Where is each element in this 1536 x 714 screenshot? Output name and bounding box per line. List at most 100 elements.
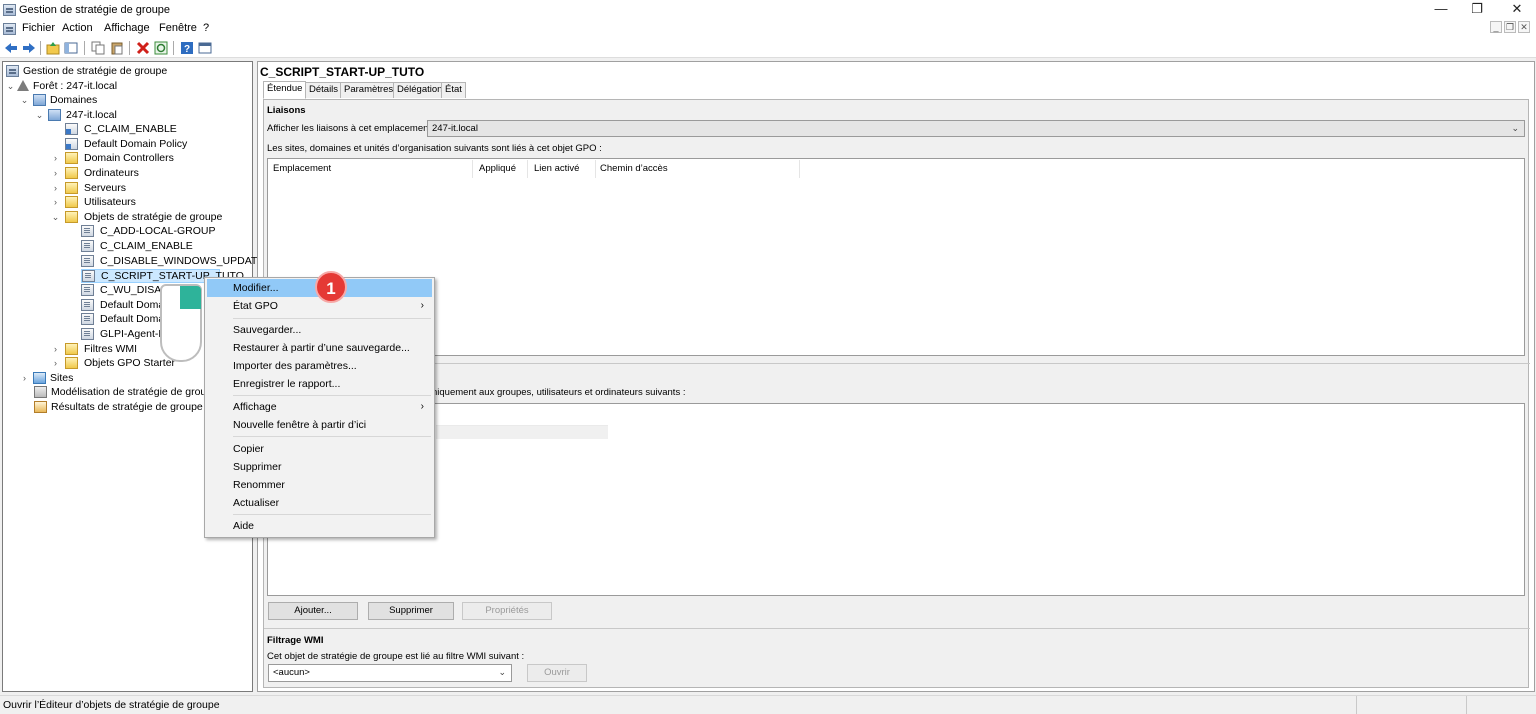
security-list-row[interactable] xyxy=(436,426,608,439)
mdi-restore-button[interactable]: ❐ xyxy=(1504,21,1516,33)
tab-delegation[interactable]: Délégation xyxy=(393,82,447,98)
close-button[interactable]: ✕ xyxy=(1500,0,1534,20)
menu-affichage[interactable]: Affichage xyxy=(104,22,150,34)
section-divider[interactable] xyxy=(264,363,1530,364)
tab-parametres[interactable]: Paramètres xyxy=(340,82,398,98)
show-hide-tree-icon[interactable] xyxy=(64,41,78,55)
up-folder-icon[interactable] xyxy=(46,41,60,55)
chevron-right-icon[interactable]: › xyxy=(20,371,29,385)
maximize-button[interactable]: ❐ xyxy=(1460,0,1494,20)
gpo-link-icon xyxy=(65,123,78,135)
menu-fenetre[interactable]: Fenêtre xyxy=(159,22,197,34)
menu-item-actualiser[interactable]: Actualiser xyxy=(207,494,432,512)
menu-aide[interactable]: ? xyxy=(203,22,209,34)
chevron-right-icon[interactable]: › xyxy=(51,151,60,165)
mouse-right-click-icon xyxy=(160,284,202,362)
chevron-down-icon[interactable]: ⌄ xyxy=(6,79,15,93)
help-icon[interactable]: ? xyxy=(180,41,194,55)
toolbar: ? xyxy=(0,38,1536,58)
column-header-emplacement[interactable]: Emplacement xyxy=(273,163,331,174)
links-location-value: 247-it.local xyxy=(432,123,478,134)
title-bar: Gestion de stratégie de groupe — ❐ ✕ xyxy=(0,0,1536,20)
wmi-folder-icon xyxy=(65,343,78,355)
menu-item-copier[interactable]: Copier xyxy=(207,440,432,458)
menu-item-sauvegarder[interactable]: Sauvegarder... xyxy=(207,321,432,339)
mdi-minimize-button[interactable]: _ xyxy=(1490,21,1502,33)
window-title: Gestion de stratégie de groupe xyxy=(19,4,171,16)
delete-icon[interactable] xyxy=(136,41,150,55)
menu-item-enregistrer-rapport[interactable]: Enregistrer le rapport... xyxy=(207,375,432,393)
menu-item-restaurer[interactable]: Restaurer à partir d’une sauvegarde... xyxy=(207,339,432,357)
domain-icon xyxy=(48,109,61,121)
open-wmi-button[interactable]: Ouvrir xyxy=(527,664,587,682)
column-header-applique[interactable]: Appliqué xyxy=(479,163,516,174)
column-header-chemin[interactable]: Chemin d’accès xyxy=(600,163,668,174)
toolbar-separator xyxy=(129,41,130,55)
tree-gpo-item-selected[interactable]: C_SCRIPT_START-UP_TUTO xyxy=(81,269,244,283)
chevron-right-icon[interactable]: › xyxy=(51,166,60,180)
tree-gpo-item[interactable]: C_WU_DISABLE_USERS xyxy=(81,283,161,297)
refresh-icon[interactable] xyxy=(154,41,168,55)
minimize-button[interactable]: — xyxy=(1424,0,1458,20)
tree-gpo-item[interactable]: Default Domain Controllers Policy xyxy=(81,298,161,312)
paste-icon[interactable] xyxy=(110,41,124,55)
remove-button[interactable]: Supprimer xyxy=(368,602,454,620)
gpo-title: C_SCRIPT_START-UP_TUTO xyxy=(260,65,425,79)
forest-icon xyxy=(17,80,30,92)
chevron-down-icon[interactable]: ⌄ xyxy=(51,210,60,224)
menu-item-etat-gpo[interactable]: État GPO › xyxy=(207,297,432,315)
tab-etendue[interactable]: Étendue xyxy=(263,81,307,99)
ou-folder-icon xyxy=(65,167,78,179)
links-list[interactable]: Emplacement Appliqué Lien activé Chemin … xyxy=(267,158,1525,356)
chevron-down-icon[interactable]: ⌄ xyxy=(35,108,44,122)
tab-etat[interactable]: État xyxy=(441,82,466,98)
security-filter-description: niquement aux groupes, utilisateurs et o… xyxy=(432,387,686,398)
section-divider xyxy=(264,628,1530,629)
back-arrow-icon[interactable] xyxy=(4,41,18,55)
security-filter-list[interactable] xyxy=(267,403,1525,596)
add-button[interactable]: Ajouter... xyxy=(268,602,358,620)
chevron-down-icon[interactable]: ⌄ xyxy=(20,93,29,107)
mdi-close-button[interactable]: ✕ xyxy=(1518,21,1530,33)
console-icon[interactable] xyxy=(198,41,212,55)
menu-item-affichage[interactable]: Affichage › xyxy=(207,398,432,416)
chevron-right-icon[interactable]: › xyxy=(51,181,60,195)
wmi-filter-dropdown[interactable]: <aucun> ⌄ xyxy=(268,664,512,682)
sites-icon xyxy=(33,372,46,384)
tree-gpo-item[interactable]: Default Domain Policy xyxy=(81,312,161,326)
ou-folder-icon xyxy=(65,196,78,208)
chevron-right-icon[interactable]: › xyxy=(51,195,60,209)
gpo-icon xyxy=(81,255,94,267)
menu-item-renommer[interactable]: Renommer xyxy=(207,476,432,494)
menu-item-nouvelle-fenetre[interactable]: Nouvelle fenêtre à partir d’ici xyxy=(207,416,432,434)
chevron-right-icon[interactable]: › xyxy=(51,342,60,356)
show-links-label: Afficher les liaisons à cet emplacement … xyxy=(267,123,437,134)
mdi-document-icon[interactable] xyxy=(3,23,16,35)
gpo-icon xyxy=(81,240,94,252)
forward-arrow-icon[interactable] xyxy=(22,41,36,55)
security-list-header xyxy=(436,404,608,426)
copy-icon[interactable] xyxy=(91,41,105,55)
menu-fichier[interactable]: Fichier xyxy=(22,22,55,34)
wmi-filter-description: Cet objet de stratégie de groupe est lié… xyxy=(267,651,525,662)
menu-action[interactable]: Action xyxy=(62,22,93,34)
submenu-arrow-icon: › xyxy=(420,401,424,412)
gpo-icon xyxy=(81,328,94,340)
tree-gpo-item[interactable]: GLPI-Agent-M xyxy=(81,327,161,341)
gpmc-app-icon xyxy=(3,4,16,16)
modeling-icon xyxy=(34,386,47,398)
chevron-right-icon[interactable]: › xyxy=(51,356,60,370)
links-description: Les sites, domaines et unités d’organisa… xyxy=(267,143,602,154)
links-location-dropdown[interactable]: 247-it.local ⌄ xyxy=(427,120,1525,137)
step-badge: 1 xyxy=(315,271,347,303)
tab-details[interactable]: Détails xyxy=(305,82,343,98)
chevron-down-icon: ⌄ xyxy=(498,667,506,677)
menu-item-aide[interactable]: Aide xyxy=(207,517,432,535)
gpo-icon xyxy=(81,225,94,237)
column-header-lien-active[interactable]: Lien activé xyxy=(534,163,579,174)
toolbar-separator xyxy=(40,41,41,55)
menu-item-importer[interactable]: Importer des paramètres... xyxy=(207,357,432,375)
menu-item-supprimer[interactable]: Supprimer xyxy=(207,458,432,476)
properties-button[interactable]: Propriétés xyxy=(462,602,552,620)
gpo-icon xyxy=(81,313,94,325)
